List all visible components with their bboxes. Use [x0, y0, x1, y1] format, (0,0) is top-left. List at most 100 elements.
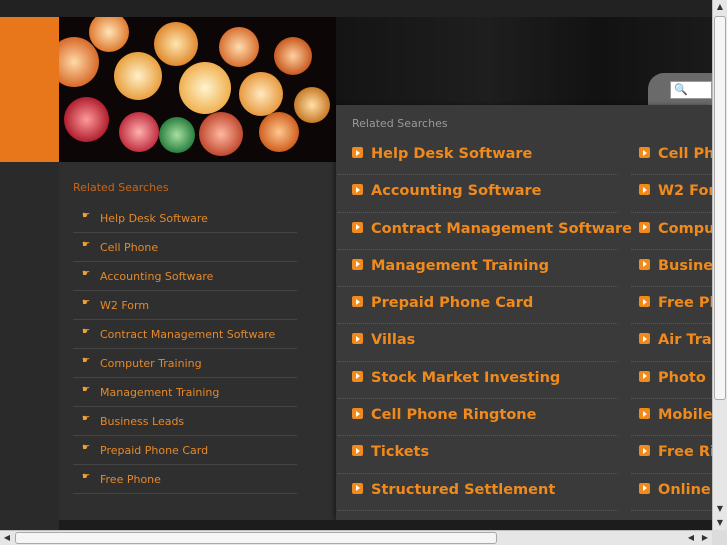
- arrow-bullet-icon: [639, 333, 650, 345]
- hand-pointer-icon: ☛: [82, 211, 91, 221]
- result-item[interactable]: Air Trav: [631, 324, 712, 362]
- sidebar-item-link[interactable]: Help Desk Software: [100, 212, 208, 225]
- arrow-bullet-icon: [639, 370, 650, 382]
- result-link[interactable]: W2 For: [658, 183, 712, 199]
- scroll-up-icon[interactable]: ▲: [713, 0, 727, 14]
- arrow-bullet-icon: [352, 445, 363, 457]
- result-item[interactable]: Contract Management Software: [338, 213, 632, 250]
- main-panel-title: Related Searches: [352, 117, 448, 130]
- result-link[interactable]: Contract Management Software: [371, 221, 632, 237]
- hand-pointer-icon: ☛: [82, 414, 91, 424]
- scroll-right-icon[interactable]: ▶: [698, 531, 712, 545]
- arrow-bullet-icon: [352, 221, 363, 233]
- search-icon[interactable]: 🔍: [674, 83, 688, 96]
- arrow-bullet-icon: [352, 408, 363, 420]
- result-link[interactable]: Stock Market Investing: [371, 370, 560, 386]
- sidebar-item[interactable]: ☛ Contract Management Software: [73, 320, 297, 349]
- scroll-left-icon[interactable]: ◀: [684, 531, 698, 545]
- sidebar-title: Related Searches: [73, 181, 169, 194]
- results-column-left: Help Desk Software Accounting Software C…: [338, 138, 632, 511]
- result-link[interactable]: Free Ph: [658, 295, 712, 311]
- sidebar-item-link[interactable]: Cell Phone: [100, 241, 158, 254]
- result-link[interactable]: Structured Settlement: [371, 482, 555, 498]
- result-item[interactable]: Management Training: [338, 250, 618, 288]
- arrow-bullet-icon: [639, 296, 650, 308]
- main-related-searches-panel: Related Searches Help Desk Software Acco…: [336, 105, 712, 520]
- sidebar-item[interactable]: ☛ Computer Training: [73, 349, 297, 378]
- arrow-bullet-icon: [639, 482, 650, 494]
- result-item[interactable]: Free Ri: [631, 436, 712, 474]
- sidebar-item[interactable]: ☛ Help Desk Software: [73, 204, 297, 233]
- result-item[interactable]: Online: [631, 474, 712, 511]
- result-item[interactable]: Busine: [631, 250, 712, 288]
- arrow-bullet-icon: [352, 333, 363, 345]
- result-link[interactable]: Photo E: [658, 370, 712, 386]
- result-link[interactable]: Mobile: [658, 407, 712, 423]
- sidebar-item-link[interactable]: Management Training: [100, 386, 219, 399]
- sidebar-item[interactable]: ☛ Management Training: [73, 378, 297, 407]
- sidebar-item-link[interactable]: Computer Training: [100, 357, 202, 370]
- sidebar-item[interactable]: ☛ Prepaid Phone Card: [73, 436, 297, 465]
- result-link[interactable]: Compu: [658, 221, 712, 237]
- result-link[interactable]: Prepaid Phone Card: [371, 295, 533, 311]
- sidebar-item[interactable]: ☛ Cell Phone: [73, 233, 297, 262]
- horizontal-scrollbar[interactable]: ◀ ◀ ▶: [0, 530, 712, 545]
- hand-pointer-icon: ☛: [82, 356, 91, 366]
- result-link[interactable]: Cell Ph: [658, 146, 712, 162]
- result-item[interactable]: Photo E: [631, 362, 712, 400]
- result-item[interactable]: Free Ph: [631, 287, 712, 325]
- sidebar-item[interactable]: ☛ Free Phone: [73, 465, 297, 494]
- result-link[interactable]: Cell Phone Ringtone: [371, 407, 536, 423]
- result-item[interactable]: Structured Settlement: [338, 474, 618, 511]
- header-bokeh-image: [59, 17, 336, 162]
- arrow-bullet-icon: [352, 184, 363, 196]
- hand-pointer-icon: ☛: [82, 240, 91, 250]
- hand-pointer-icon: ☛: [82, 269, 91, 279]
- sidebar-item-link[interactable]: Prepaid Phone Card: [100, 444, 208, 457]
- result-link[interactable]: Online: [658, 482, 711, 498]
- result-link[interactable]: Air Trav: [658, 332, 712, 348]
- sidebar-item-link[interactable]: W2 Form: [100, 299, 149, 312]
- scroll-down-icon[interactable]: ▼: [713, 516, 727, 530]
- result-item[interactable]: Stock Market Investing: [338, 362, 618, 400]
- hand-pointer-icon: ☛: [82, 298, 91, 308]
- scroll-down-icon[interactable]: ▼: [713, 502, 727, 516]
- result-link[interactable]: Accounting Software: [371, 183, 541, 199]
- vertical-scroll-thumb[interactable]: [714, 16, 726, 400]
- result-item[interactable]: Help Desk Software: [338, 138, 618, 176]
- vertical-scrollbar[interactable]: ▲ ▼ ▼: [712, 0, 727, 530]
- scroll-left-icon[interactable]: ◀: [0, 531, 14, 545]
- arrow-bullet-icon: [352, 147, 363, 158]
- result-link[interactable]: Villas: [371, 332, 415, 348]
- footer-bar: [59, 520, 712, 530]
- result-link[interactable]: Tickets: [371, 444, 429, 460]
- result-link[interactable]: Help Desk Software: [371, 146, 532, 162]
- result-item[interactable]: W2 For: [631, 175, 712, 213]
- sidebar-item[interactable]: ☛ Business Leads: [73, 407, 297, 436]
- result-item[interactable]: Cell Ph: [631, 138, 712, 176]
- result-link[interactable]: Busine: [658, 258, 712, 274]
- result-item[interactable]: Compu: [631, 213, 712, 250]
- result-item[interactable]: Accounting Software: [338, 175, 618, 213]
- result-link[interactable]: Management Training: [371, 258, 549, 274]
- sidebar-item[interactable]: ☛ W2 Form: [73, 291, 297, 320]
- result-item[interactable]: Villas: [338, 324, 618, 362]
- result-item[interactable]: Cell Phone Ringtone: [338, 399, 618, 437]
- sidebar-item-link[interactable]: Contract Management Software: [100, 328, 275, 341]
- arrow-bullet-icon: [639, 221, 650, 233]
- result-item[interactable]: Mobile: [631, 399, 712, 437]
- sidebar-item-link[interactable]: Accounting Software: [100, 270, 213, 283]
- result-link[interactable]: Free Ri: [658, 444, 712, 460]
- scrollbar-corner: [712, 530, 727, 545]
- hand-pointer-icon: ☛: [82, 443, 91, 453]
- arrow-bullet-icon: [352, 258, 363, 270]
- result-item[interactable]: Tickets: [338, 436, 618, 474]
- result-item[interactable]: Prepaid Phone Card: [338, 287, 618, 325]
- sidebar-item-link[interactable]: Business Leads: [100, 415, 184, 428]
- arrow-bullet-icon: [639, 408, 650, 420]
- horizontal-scroll-thumb[interactable]: [15, 532, 497, 544]
- sidebar-item[interactable]: ☛ Accounting Software: [73, 262, 297, 291]
- search-input[interactable]: 🔍: [670, 81, 712, 99]
- hand-pointer-icon: ☛: [82, 472, 91, 482]
- sidebar-item-link[interactable]: Free Phone: [100, 473, 161, 486]
